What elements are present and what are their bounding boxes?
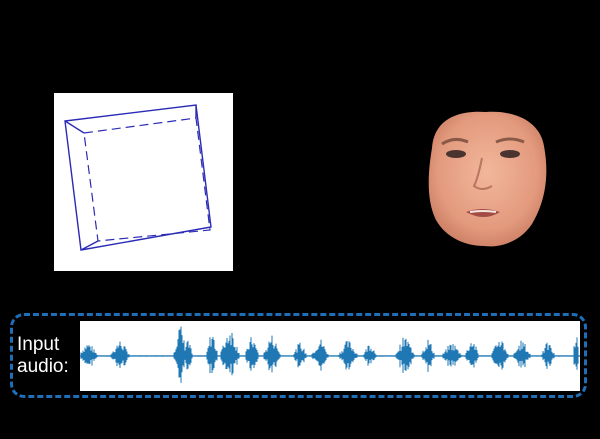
- talking-face-image: [420, 108, 552, 248]
- input-audio-label-line2: audio:: [17, 356, 69, 377]
- head-pose-cube-panel: [54, 93, 233, 271]
- input-audio-label: Input audio:: [17, 334, 79, 378]
- right-eye: [500, 150, 520, 158]
- cube-edge: [64, 120, 85, 134]
- audio-waveform-panel: [80, 321, 580, 391]
- face-skin: [428, 111, 547, 247]
- cube-back-face: [83, 117, 211, 242]
- left-eye: [446, 150, 466, 158]
- input-audio-label-line1: Input: [17, 334, 60, 355]
- audio-waveform: [80, 326, 580, 383]
- cube-front-face: [64, 104, 212, 251]
- stage: Input audio:: [0, 0, 600, 439]
- head-pose-cube: [64, 104, 212, 251]
- input-audio-frame: Input audio:: [10, 313, 587, 398]
- teeth: [469, 210, 497, 213]
- face-render: [428, 111, 547, 247]
- waveform-trace: [80, 326, 580, 383]
